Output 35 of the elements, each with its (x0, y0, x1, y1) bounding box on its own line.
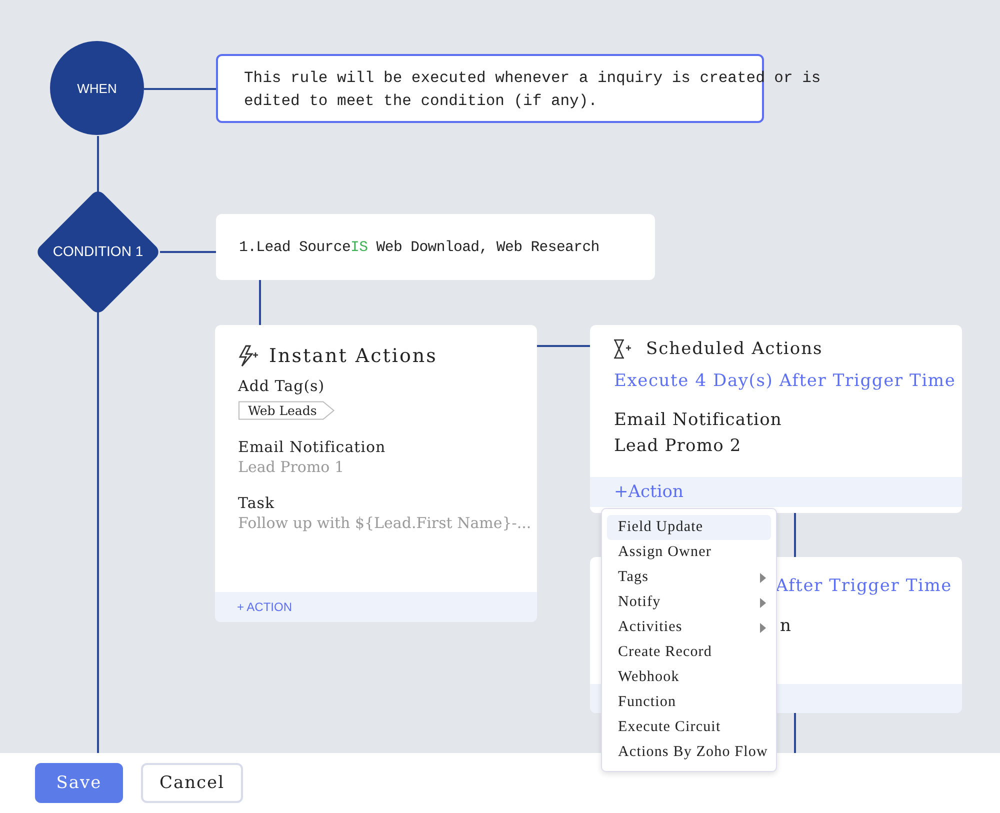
card-title: Scheduled Actions (646, 339, 823, 359)
schedule-text: Execute 4 Day(s) After Trigger Time (614, 371, 957, 391)
action-label: n (780, 616, 791, 636)
menu-item[interactable]: Tags (607, 565, 771, 590)
submenu-arrow-icon (760, 622, 766, 632)
add-action-link[interactable]: + ACTION (237, 600, 292, 614)
menu-item[interactable]: Notify (607, 590, 771, 615)
action-label: Email Notification (238, 438, 387, 456)
save-button[interactable]: Save (35, 763, 123, 803)
schedule-text: After Trigger Time (776, 576, 952, 596)
action-value: Follow up with ${Lead.First Name}-... (238, 514, 532, 532)
menu-item[interactable]: Actions By Zoho Flow (607, 740, 771, 765)
condition-criteria: 1.Lead SourceIS Web Download, Web Research (239, 240, 600, 256)
menu-item[interactable]: Field Update (607, 515, 771, 540)
lightning-plus-icon (237, 345, 259, 367)
add-action-link[interactable]: +Action (614, 482, 684, 502)
condition-card[interactable]: 1.Lead SourceIS Web Download, Web Research (216, 214, 655, 280)
menu-item[interactable]: Activities (607, 615, 771, 640)
menu-item[interactable]: Webhook (607, 665, 771, 690)
action-label: Task (238, 494, 276, 512)
trigger-node: WHEN (50, 41, 144, 135)
submenu-arrow-icon (760, 572, 766, 582)
menu-item[interactable]: Create Record (607, 640, 771, 665)
menu-item[interactable]: Execute Circuit (607, 715, 771, 740)
action-label: Email Notification (614, 409, 783, 432)
menu-item[interactable]: Assign Owner (607, 540, 771, 565)
card-title: Instant Actions (269, 345, 438, 367)
condition-label: CONDITION 1 (52, 242, 144, 261)
action-label: Add Tag(s) (238, 377, 326, 395)
submenu-arrow-icon (760, 598, 766, 608)
tag-chip: Web Leads (238, 401, 335, 420)
hourglass-plus-icon (612, 339, 632, 359)
action-value: Lead Promo 1 (238, 458, 346, 476)
action-value: Lead Promo 2 (614, 435, 742, 458)
cancel-button[interactable]: Cancel (141, 763, 243, 803)
